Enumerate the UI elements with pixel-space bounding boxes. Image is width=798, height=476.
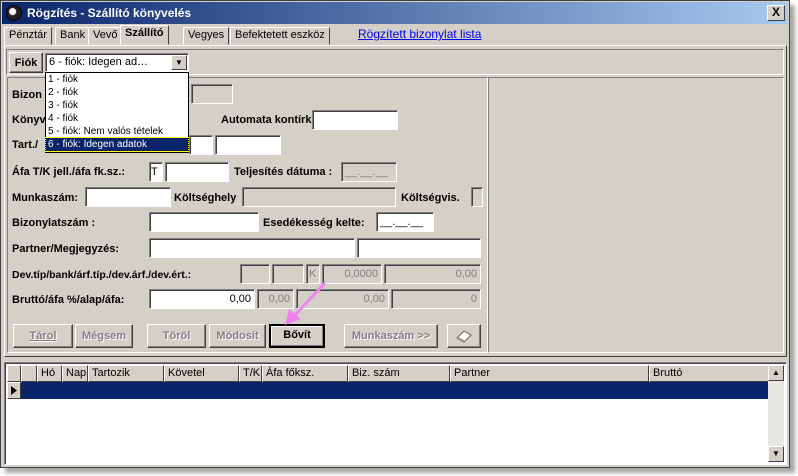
annotation-arrow [285,281,327,325]
modosit-button[interactable]: Módosít [209,324,266,348]
tab-bank[interactable]: Bank [55,27,91,45]
deviza-ertek-input: 0,00 [384,264,481,284]
dropdown-option[interactable]: 2 - fiók [46,86,188,99]
main-window: Rögzítés - Szállító könyvelés X Pénztár … [0,0,790,468]
tab-vegyes[interactable]: Vegyes [183,27,230,45]
scroll-up-icon[interactable]: ▲ [768,365,784,381]
eraser-icon [456,330,472,343]
grid-header-kovetel[interactable]: Követel [164,365,239,382]
entries-grid[interactable]: Hó Nap Tartozik Követel T/K Áfa főksz. B… [4,362,787,465]
dropdown-option[interactable]: 3 - fiók [46,99,188,112]
afa-ertek-input: 0 [391,289,481,309]
bizonylatszam-label: Bizonylatszám : [12,217,96,229]
row-indicator [7,382,21,399]
deviza-arfolyam-input: 0,0000 [322,264,382,284]
table-row[interactable] [7,382,770,399]
koltsegviselo-input [471,187,483,207]
scroll-down-icon[interactable]: ▼ [768,446,784,462]
tartozik-input[interactable] [189,135,213,155]
afa-tk-input[interactable]: T [149,162,163,182]
grid-header-brutto[interactable]: Bruttó [649,365,770,382]
grid-header-blank [21,365,37,382]
grid-header-biz-szam[interactable]: Biz. szám [348,365,450,382]
fiok-select-value: 6 - fiók: Idegen ad… [49,56,149,68]
koltseghely-label: Költséghely [174,192,237,204]
deviza-label: Dev.típ/bank/árf.típ./dev.árf./dev.ért.: [12,269,192,281]
dropdown-option[interactable]: 1 - fiók [46,73,188,86]
brutto-input[interactable]: 0,00 [149,289,255,309]
grid-header-ho[interactable]: Hó [37,365,62,382]
teljesites-datuma-label: Teljesítés dátuma : [234,166,333,178]
tab-vevo[interactable]: Vevő [88,27,123,45]
tartozik-label: Tart./ [12,139,39,151]
konyveles-label: Könyv [12,114,46,126]
fiok-dropdown-list[interactable]: 1 - fiók 2 - fiók 3 - fiók 4 - fiók 5 - … [45,72,189,153]
tab-szallito[interactable]: Szállító [120,25,169,45]
eraser-button[interactable] [447,324,481,348]
window-title: Rögzítés - Szállító könyvelés [27,6,192,20]
title-bar[interactable]: Rögzítés - Szállító könyvelés X [2,2,788,24]
teljesites-datuma-input[interactable]: __.__.__ [341,162,397,182]
megjegyzes-input[interactable] [357,238,481,258]
tab-befektetett-eszkoz[interactable]: Befektetett eszköz [230,27,330,45]
automata-kontirkod-input[interactable] [312,110,398,130]
munkaszam-button[interactable]: Munkaszám >> [344,324,438,348]
afa-foksz-input[interactable] [165,162,229,182]
koltsegviselo-label-area [396,187,483,207]
munkaszam-input[interactable] [85,187,171,207]
dropdown-option-selected[interactable]: 6 - fiók: Idegen adatok [45,137,189,152]
side-panel [488,77,784,353]
tab-penztar[interactable]: Pénztár [4,27,52,45]
dropdown-option[interactable]: 4 - fiók [46,112,188,125]
dropdown-option[interactable]: 5 - fiók: Nem valós tételek [46,125,188,138]
megsem-button[interactable]: Mégsem [75,324,133,348]
fiok-button[interactable]: Fiók [9,52,43,73]
afa-jelleg-label: Áfa T/K jell./áfa fk.sz.: [12,166,126,178]
esedekesseg-kelte-label: Esedékesség kelte: [263,217,365,229]
koltseghely-input [242,187,396,207]
grid-header-partner[interactable]: Partner [450,365,649,382]
tarol-button[interactable]: Tárol [13,324,73,348]
close-button[interactable]: X [767,5,785,21]
bovit-button[interactable]: Bővít [269,324,325,348]
bizonylat-field [191,84,233,104]
grid-header-afa-foksz[interactable]: Áfa főksz. [262,365,348,382]
deviza-tipus-input [240,264,270,284]
fiok-select[interactable]: 6 - fiók: Idegen ad… ▼ [45,53,189,72]
esedekesseg-kelte-input[interactable]: __.__.__ [376,212,434,232]
grid-header-nap[interactable]: Nap [62,365,88,382]
brutto-afa-label: Bruttó/áfa %/alap/áfa: [12,294,125,306]
partner-input[interactable] [149,238,355,258]
vertical-scrollbar[interactable]: ▲ ▼ [768,365,784,462]
rogzitett-bizonylat-lista-link[interactable]: Rögzített bizonylat lista [358,27,481,41]
grid-header-tartozik[interactable]: Tartozik [88,365,164,382]
torol-button[interactable]: Töröl [147,324,206,348]
kovetel-input[interactable] [215,135,281,155]
chevron-down-icon[interactable]: ▼ [171,55,187,70]
grid-header-tk[interactable]: T/K [239,365,262,382]
grid-corner [7,365,21,382]
munkaszam-label: Munkaszám: [12,192,79,204]
app-icon [6,5,22,21]
bizonylat-label: Bizon [12,89,42,101]
current-row-arrow-icon [11,386,17,395]
bizonylatszam-input[interactable] [149,212,259,232]
partner-megjegyzes-label: Partner/Megjegyzés: [12,243,119,255]
